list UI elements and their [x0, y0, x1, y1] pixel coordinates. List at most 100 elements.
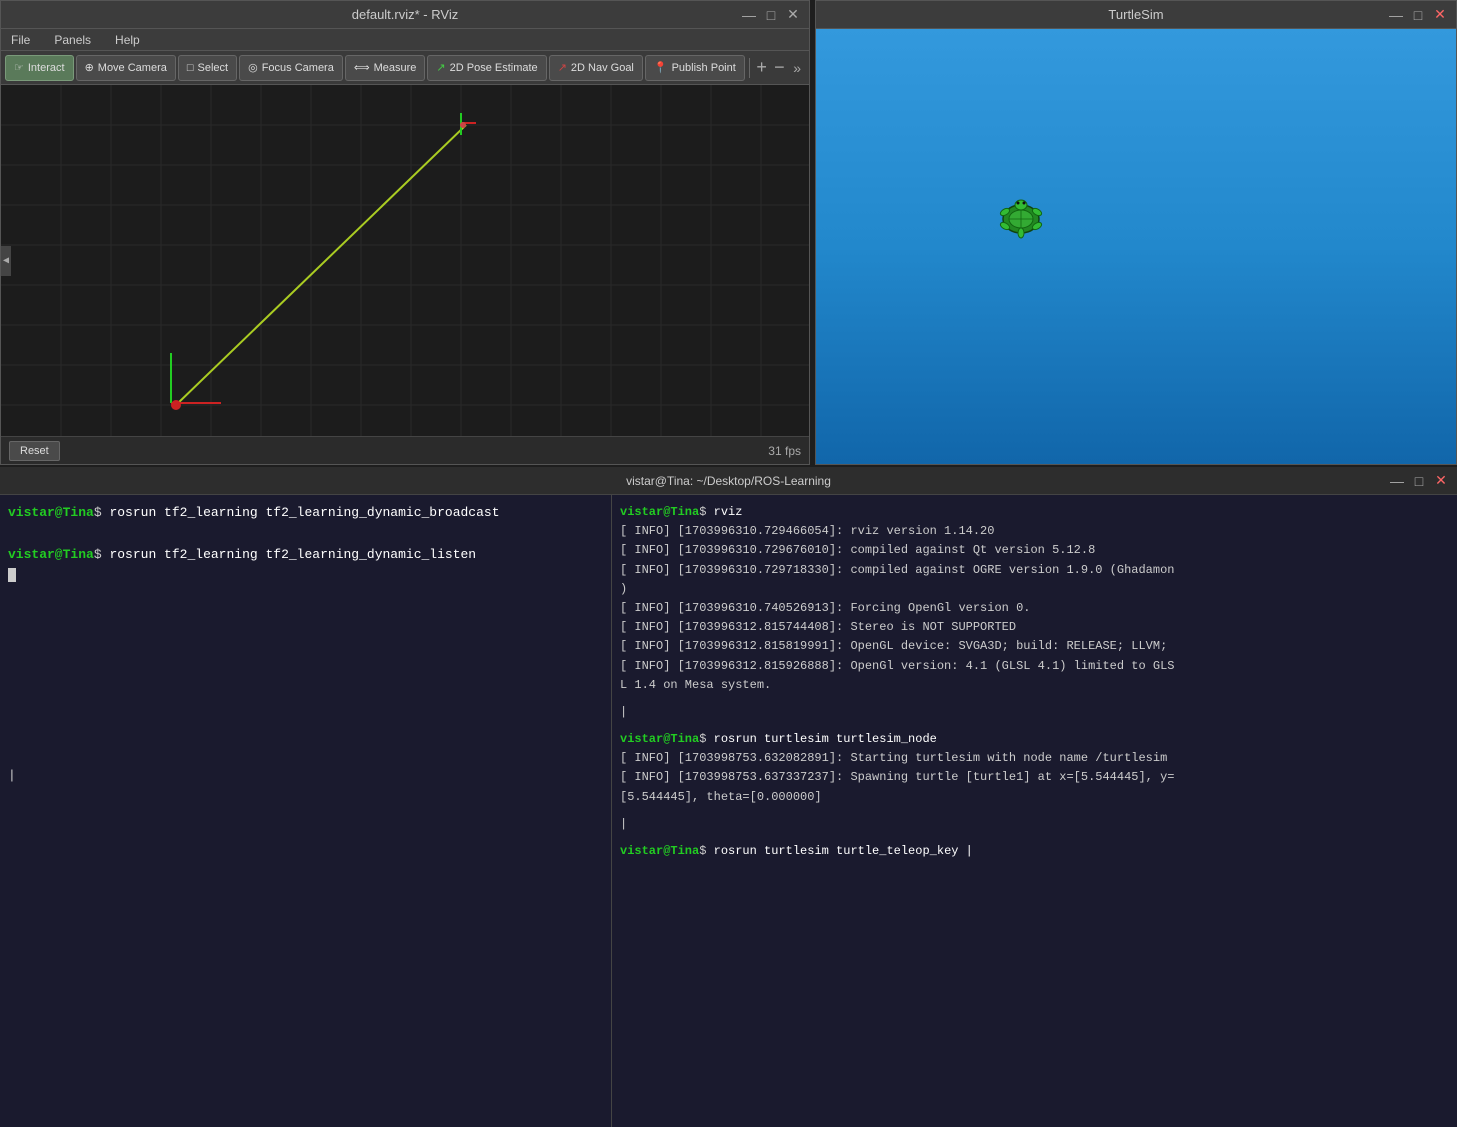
move-camera-icon: ⊕ — [85, 61, 94, 74]
turtlesim-minimize-btn[interactable]: — — [1388, 7, 1404, 23]
toolbar-more-btn[interactable]: » — [789, 60, 805, 76]
toolbar-measure-btn[interactable]: ⟺ Measure — [345, 55, 426, 81]
turtlesim-background — [816, 29, 1456, 464]
term-right-line-rviz-prompt: vistar@Tina$ rviz — [620, 503, 1449, 522]
rviz-toolbar: ☞ Interact ⊕ Move Camera □ Select ◎ Focu… — [1, 51, 809, 85]
term-left-cursor-line — [8, 565, 603, 586]
term-right-info7: [ INFO] [1703996312.815819991]: OpenGL d… — [620, 637, 1449, 656]
rviz-close-btn[interactable]: ✕ — [785, 7, 801, 23]
term-right-prompt3: vistar@Tina — [620, 844, 699, 858]
turtlesim-maximize-btn[interactable]: □ — [1410, 7, 1426, 23]
toolbar-nav-goal-btn[interactable]: ↗ 2D Nav Goal — [549, 55, 643, 81]
terminal-title: vistar@Tina: ~/Desktop/ROS-Learning — [68, 474, 1389, 488]
turtle-sprite — [991, 194, 1051, 244]
term-left-cmd2: rosrun tf2_learning tf2_learning_dynamic… — [109, 547, 476, 562]
rviz-grid — [1, 85, 809, 436]
measure-label: Measure — [374, 62, 417, 74]
pose-estimate-label: 2D Pose Estimate — [450, 62, 538, 74]
term-right-info2: [ INFO] [1703996310.729676010]: compiled… — [620, 541, 1449, 560]
term-left-prompt1: vistar@Tina — [8, 505, 94, 520]
terminal-left-panel[interactable]: vistar@Tina$ rosrun tf2_learning tf2_lea… — [0, 495, 612, 1127]
term-right-teleop-prompt: vistar@Tina$ rosrun turtlesim turtle_tel… — [620, 842, 1449, 861]
term-left-cursor — [8, 568, 16, 582]
rviz-minimize-btn[interactable]: — — [741, 7, 757, 23]
menu-panels[interactable]: Panels — [48, 31, 97, 49]
term-right-turtle-info1: [ INFO] [1703998753.632082891]: Starting… — [620, 749, 1449, 768]
term-right-turtlesim-prompt: vistar@Tina$ rosrun turtlesim turtlesim_… — [620, 730, 1449, 749]
turtlesim-title: TurtleSim — [884, 7, 1388, 22]
term-right-info3: [ INFO] [1703996310.729718330]: compiled… — [620, 561, 1449, 580]
interact-icon: ☞ — [14, 61, 24, 74]
term-right-cursor-spacer: | — [620, 703, 1449, 722]
publish-point-label: Publish Point — [672, 62, 736, 74]
select-icon: □ — [187, 62, 194, 74]
term-left-input-area: | — [8, 766, 603, 787]
focus-label: Focus Camera — [262, 62, 334, 74]
turtlesim-viewport — [816, 29, 1456, 464]
term-right-spacer4 — [620, 834, 1449, 842]
turtlesim-close-btn[interactable]: ✕ — [1432, 7, 1448, 23]
term-right-spacer3 — [620, 807, 1449, 815]
toolbar-pose-estimate-btn[interactable]: ↗ 2D Pose Estimate — [427, 55, 546, 81]
terminal-close-btn[interactable]: ✕ — [1433, 473, 1449, 489]
term-right-spacer1 — [620, 695, 1449, 703]
terminal-body: vistar@Tina$ rosrun tf2_learning tf2_lea… — [0, 495, 1457, 1127]
rviz-sidebar-toggle[interactable]: ◀ — [1, 246, 11, 276]
rviz-title: default.rviz* - RViz — [69, 7, 741, 22]
term-right-info6: [ INFO] [1703996312.815744408]: Stereo i… — [620, 618, 1449, 637]
term-right-cmd1: rviz — [714, 505, 743, 519]
toolbar-interact-btn[interactable]: ☞ Interact — [5, 55, 74, 81]
focus-icon: ◎ — [248, 61, 258, 74]
term-right-spacer2 — [620, 722, 1449, 730]
menu-file[interactable]: File — [5, 31, 36, 49]
term-right-info9: L 1.4 on Mesa system. — [620, 676, 1449, 695]
toolbar-select-btn[interactable]: □ Select — [178, 55, 237, 81]
rviz-window: default.rviz* - RViz — □ ✕ File Panels H… — [0, 0, 810, 465]
turtlesim-titlebar: TurtleSim — □ ✕ — [816, 1, 1456, 29]
sidebar-arrow-icon: ◀ — [3, 255, 9, 267]
select-label: Select — [198, 62, 229, 74]
rviz-reset-btn[interactable]: Reset — [9, 441, 60, 461]
term-right-cursor2: | — [620, 815, 1449, 834]
term-left-dollar1: $ — [94, 505, 102, 520]
term-right-info4: ) — [620, 580, 1449, 599]
rviz-viewport[interactable]: ◀ — [1, 85, 809, 436]
term-right-prompt1: vistar@Tina — [620, 505, 699, 519]
publish-point-icon: 📍 — [654, 61, 668, 74]
term-left-cmd1: rosrun tf2_learning tf2_learning_dynamic… — [109, 505, 499, 520]
menu-help[interactable]: Help — [109, 31, 146, 49]
toolbar-plus-btn[interactable]: + — [754, 60, 770, 76]
rviz-menubar: File Panels Help — [1, 29, 809, 51]
term-left-bottom-area: | — [8, 766, 603, 787]
toolbar-minus-btn[interactable]: − — [772, 60, 788, 76]
pose-estimate-icon: ↗ — [436, 61, 445, 74]
term-right-turtle-info2: [ INFO] [1703998753.637337237]: Spawning… — [620, 768, 1449, 787]
term-right-dollar2: $ — [699, 732, 706, 746]
term-right-dollar1: $ — [699, 505, 706, 519]
toolbar-focus-btn[interactable]: ◎ Focus Camera — [239, 55, 343, 81]
term-left-spacer1 — [8, 524, 603, 545]
terminal-right-panel[interactable]: vistar@Tina$ rviz [ INFO] [1703996310.72… — [612, 495, 1457, 1127]
term-right-info8: [ INFO] [1703996312.815926888]: OpenGl v… — [620, 657, 1449, 676]
move-camera-label: Move Camera — [98, 62, 167, 74]
toolbar-separator — [749, 58, 750, 78]
terminal-window-controls: — □ ✕ — [1389, 473, 1449, 489]
nav-goal-icon: ↗ — [558, 61, 567, 74]
interact-label: Interact — [28, 62, 65, 74]
term-left-line1: vistar@Tina$ rosrun tf2_learning tf2_lea… — [8, 503, 603, 524]
term-left-dollar2: $ — [94, 547, 102, 562]
measure-icon: ⟺ — [354, 61, 370, 74]
turtlesim-window-controls: — □ ✕ — [1388, 7, 1448, 23]
terminal-minimize-btn[interactable]: — — [1389, 473, 1405, 489]
toolbar-move-camera-btn[interactable]: ⊕ Move Camera — [76, 55, 176, 81]
terminal-titlebar: vistar@Tina: ~/Desktop/ROS-Learning — □ … — [0, 467, 1457, 495]
toolbar-publish-point-btn[interactable]: 📍 Publish Point — [645, 55, 745, 81]
nav-goal-label: 2D Nav Goal — [571, 62, 634, 74]
terminal-maximize-btn[interactable]: □ — [1411, 473, 1427, 489]
rviz-maximize-btn[interactable]: □ — [763, 7, 779, 23]
rviz-fps: 31 fps — [768, 444, 801, 458]
term-right-dollar3: $ — [699, 844, 706, 858]
term-right-cmd3: rosrun turtlesim turtle_teleop_key | — [714, 844, 973, 858]
term-left-line2: vistar@Tina$ rosrun tf2_learning tf2_lea… — [8, 545, 603, 566]
term-right-info5: [ INFO] [1703996310.740526913]: Forcing … — [620, 599, 1449, 618]
